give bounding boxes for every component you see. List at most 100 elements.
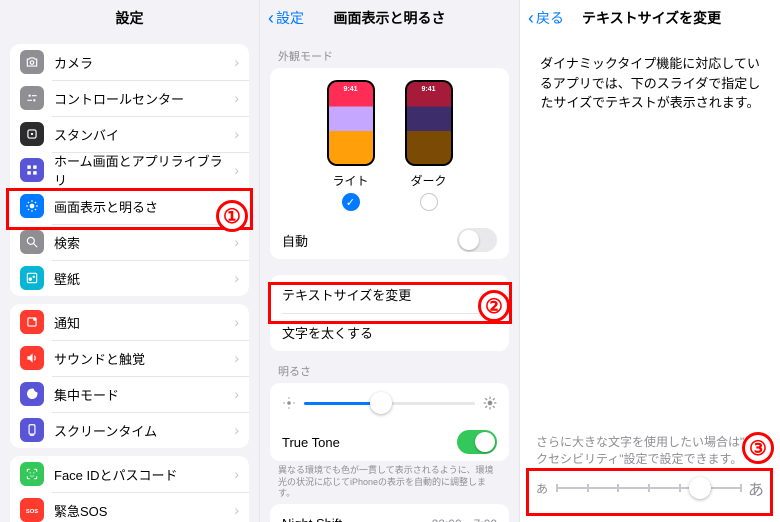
chevron-left-icon: ‹: [268, 9, 274, 27]
dynamic-type-description: ダイナミックタイプ機能に対応しているアプリでは、下のスライダで指定したサイズでテ…: [520, 36, 780, 131]
chevron-right-icon: ›: [234, 314, 239, 330]
wallpaper-icon: [20, 266, 44, 290]
settings-row-sos[interactable]: SOS 緊急SOS ›: [10, 492, 249, 522]
row-label: ホーム画面とアプリライブラリ: [54, 151, 234, 189]
sun-small-icon: [282, 396, 296, 410]
settings-group-3: Face IDとパスコード›SOS緊急SOS›プライバシーとセキュリティ›: [10, 456, 249, 522]
row-label: 緊急SOS: [54, 501, 107, 520]
dark-preview-icon: 9:41: [405, 80, 453, 166]
row-label: サウンドと触覚: [54, 349, 145, 368]
chevron-right-icon: ›: [234, 54, 239, 70]
radio-light-icon: [342, 193, 360, 211]
settings-row-search[interactable]: 検索 ›: [10, 224, 249, 260]
row-label: 通知: [54, 313, 80, 332]
chevron-right-icon: ›: [234, 466, 239, 482]
sound-icon: [20, 346, 44, 370]
nightshift-label: Night Shift: [282, 516, 342, 522]
chevron-right-icon: ›: [234, 162, 239, 178]
text-size-row[interactable]: テキストサイズを変更 ›: [270, 275, 509, 313]
settings-row-display[interactable]: 画面表示と明るさ›: [10, 188, 249, 224]
text-size-slider[interactable]: あ あ: [536, 476, 764, 500]
brightness-slider[interactable]: [270, 383, 509, 423]
row-label: 集中モード: [54, 385, 119, 404]
settings-row-faceid[interactable]: Face IDとパスコード ›: [10, 456, 249, 492]
settings-row-notif[interactable]: 通知 ›: [10, 304, 249, 340]
section-label-brightness: 明るさ: [260, 351, 519, 383]
accessibility-hint: さらに大きな文字を使用したい場合は"アクセシビリティ"設定で設定できます。: [520, 434, 780, 468]
row-label: 画面表示と明るさ: [54, 197, 158, 216]
slider-thumb[interactable]: [370, 392, 392, 414]
chevron-right-icon: ›: [234, 234, 239, 250]
annotation-badge-3: ③: [742, 432, 774, 464]
text-size-screen: ‹ 戻る テキストサイズを変更 ダイナミックタイプ機能に対応しているアプリでは、…: [520, 0, 780, 522]
row-label: Face IDとパスコード: [54, 465, 178, 484]
light-preview-icon: 9:41: [327, 80, 375, 166]
slider-thumb[interactable]: [689, 477, 711, 499]
settings-row-sound[interactable]: サウンドと触覚 ›: [10, 340, 249, 376]
nightshift-card: Night Shift 22:00〜7:00: [270, 504, 509, 522]
appearance-light[interactable]: 9:41 ライト: [327, 80, 375, 211]
camera-icon: [20, 50, 44, 74]
nightshift-value: 22:00〜7:00: [432, 515, 497, 522]
back-button[interactable]: ‹ 戻る: [520, 8, 564, 28]
truetone-label: True Tone: [282, 435, 340, 450]
row-label: カメラ: [54, 53, 93, 72]
svg-text:SOS: SOS: [26, 509, 38, 515]
faceid-icon: [20, 462, 44, 486]
text-size-label: テキストサイズを変更: [282, 285, 411, 304]
back-label: 戻る: [536, 8, 564, 28]
section-label-appearance: 外観モード: [260, 36, 519, 68]
search-icon: [20, 230, 44, 254]
back-button[interactable]: ‹ 設定: [260, 8, 304, 28]
chevron-right-icon: ›: [234, 422, 239, 438]
settings-row-wallpaper[interactable]: 壁紙 ›: [10, 260, 249, 296]
row-label: 壁紙: [54, 269, 80, 288]
row-label: スタンバイ: [54, 125, 119, 144]
row-label: スクリーンタイム: [54, 421, 157, 440]
settings-group-1: カメラ›コントロールセンター›スタンバイ›ホーム画面とアプリライブラリ›画面表示…: [10, 44, 249, 296]
standby-icon: [20, 122, 44, 146]
nav-bar: ‹ 設定 画面表示と明るさ: [260, 0, 519, 36]
bold-text-row[interactable]: 文字を太くする: [270, 313, 509, 351]
appearance-dark[interactable]: 9:41 ダーク: [405, 80, 453, 211]
focus-icon: [20, 382, 44, 406]
display-brightness-screen: ‹ 設定 画面表示と明るさ 外観モード 9:41 ライト 9:41 ダーク: [260, 0, 520, 522]
chevron-right-icon: ›: [234, 502, 239, 518]
appearance-card: 9:41 ライト 9:41 ダーク 自動: [270, 68, 509, 259]
settings-row-control[interactable]: コントロールセンター ›: [10, 80, 249, 116]
settings-row-camera[interactable]: カメラ ›: [10, 44, 249, 80]
auto-appearance-row[interactable]: 自動: [270, 221, 509, 259]
nav-title: 設定: [0, 8, 259, 28]
nav-bar: ‹ 戻る テキストサイズを変更: [520, 0, 780, 36]
auto-label: 自動: [282, 231, 308, 250]
auto-switch[interactable]: [457, 228, 497, 252]
nightshift-row[interactable]: Night Shift 22:00〜7:00: [270, 504, 509, 522]
chevron-right-icon: ›: [234, 270, 239, 286]
truetone-row[interactable]: True Tone: [270, 423, 509, 461]
radio-dark-icon: [420, 193, 438, 211]
settings-row-home[interactable]: ホーム画面とアプリライブラリ›: [10, 152, 249, 188]
settings-row-screentime[interactable]: スクリーンタイム ›: [10, 412, 249, 448]
dark-label: ダーク: [405, 172, 453, 189]
settings-row-standby[interactable]: スタンバイ ›: [10, 116, 249, 152]
light-label: ライト: [327, 172, 375, 189]
large-a-label: あ: [748, 476, 764, 500]
sos-icon: SOS: [20, 498, 44, 522]
brightness-card: True Tone: [270, 383, 509, 461]
text-card: テキストサイズを変更 › 文字を太くする: [270, 275, 509, 351]
settings-row-focus[interactable]: 集中モード›: [10, 376, 249, 412]
sun-large-icon: [483, 396, 497, 410]
home-icon: [20, 158, 44, 182]
chevron-right-icon: ›: [234, 90, 239, 106]
chevron-right-icon: ›: [234, 126, 239, 142]
annotation-badge-2: ②: [478, 290, 510, 322]
chevron-left-icon: ‹: [528, 9, 534, 27]
row-label: コントロールセンター: [54, 89, 184, 108]
screentime-icon: [20, 418, 44, 442]
annotation-badge-1: ①: [216, 200, 248, 232]
truetone-switch[interactable]: [457, 430, 497, 454]
chevron-right-icon: ›: [234, 350, 239, 366]
bold-label: 文字を太くする: [282, 323, 373, 342]
notif-icon: [20, 310, 44, 334]
row-label: 検索: [54, 233, 80, 252]
